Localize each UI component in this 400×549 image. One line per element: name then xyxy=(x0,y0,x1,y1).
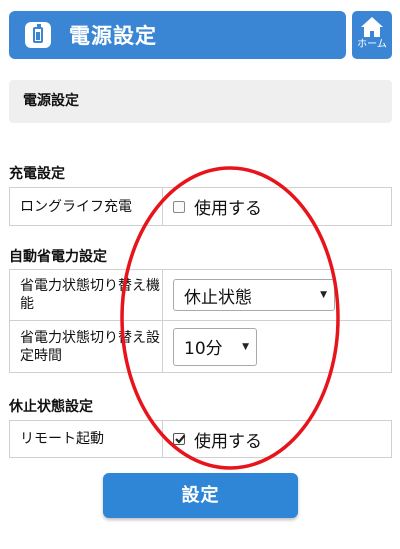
section-heading-sleep: 休止状態設定 xyxy=(9,399,93,415)
power-save-mode-select[interactable]: 休止状態 ▼ xyxy=(173,279,335,311)
row-value: 使用する xyxy=(162,420,392,458)
auto-power-save-table: 省電力状態切り替え機能 休止状態 ▼ 省電力状態切り替え設定時間 10分 ▼ xyxy=(9,269,392,373)
charge-settings-table: ロングライフ充電 使用する xyxy=(9,187,392,226)
battery-icon xyxy=(25,22,51,48)
remote-wake-checkbox-group[interactable]: 使用する xyxy=(173,427,391,452)
section-heading-auto-power-save: 自動省電力設定 xyxy=(9,249,107,265)
submit-button[interactable]: 設定 xyxy=(103,473,298,518)
checkmark-icon xyxy=(175,434,186,444)
checkbox-label[interactable]: 使用する xyxy=(194,194,262,219)
table-row: リモート起動 使用する xyxy=(9,420,392,458)
row-value: 10分 ▼ xyxy=(162,320,392,373)
home-button[interactable]: ホーム xyxy=(352,11,392,59)
page-title: 電源設定 xyxy=(69,24,157,48)
section-heading-charge: 充電設定 xyxy=(9,166,65,182)
row-label-power-save-mode: 省電力状態切り替え機能 xyxy=(9,269,163,321)
table-row: 省電力状態切り替え設定時間 10分 ▼ xyxy=(9,320,392,373)
row-value: 使用する xyxy=(162,187,392,226)
long-life-charge-checkbox-group[interactable]: 使用する xyxy=(173,194,391,219)
sleep-settings-table: リモート起動 使用する xyxy=(9,420,392,458)
power-save-time-select[interactable]: 10分 ▼ xyxy=(173,327,257,366)
row-label-remote-wake: リモート起動 xyxy=(9,420,163,458)
long-life-charge-checkbox[interactable] xyxy=(173,200,185,213)
select-value: 10分 xyxy=(184,339,223,359)
home-label: ホーム xyxy=(357,39,387,50)
row-value: 休止状態 ▼ xyxy=(162,269,392,321)
table-row: 省電力状態切り替え機能 休止状態 ▼ xyxy=(9,269,392,321)
checkbox-label[interactable]: 使用する xyxy=(194,427,262,452)
row-label-long-life-charge: ロングライフ充電 xyxy=(9,187,163,226)
page-subtitle: 電源設定 xyxy=(9,80,392,123)
table-row: ロングライフ充電 使用する xyxy=(9,187,392,226)
dropdown-arrow-icon: ▼ xyxy=(320,290,327,300)
home-icon xyxy=(361,17,383,37)
select-value: 休止状態 xyxy=(184,287,252,308)
header-bar: 電源設定 xyxy=(9,11,346,59)
remote-wake-checkbox[interactable] xyxy=(173,433,186,445)
row-label-power-save-time: 省電力状態切り替え設定時間 xyxy=(9,320,163,373)
dropdown-arrow-icon: ▼ xyxy=(242,341,249,352)
